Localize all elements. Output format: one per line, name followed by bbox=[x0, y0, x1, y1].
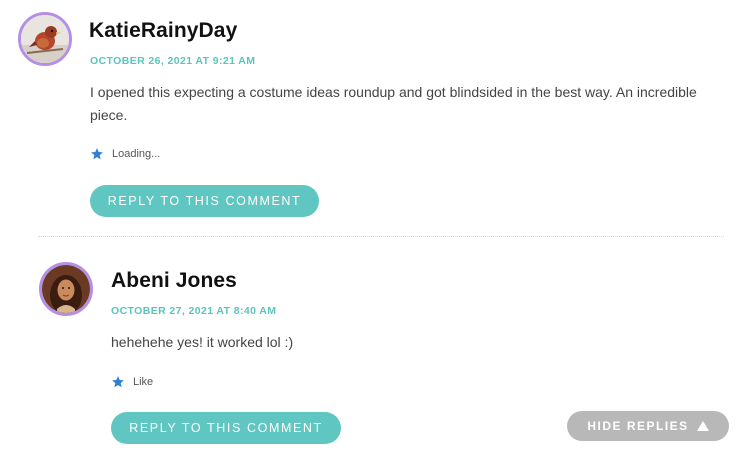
like-label: Loading... bbox=[112, 148, 161, 160]
comment-divider bbox=[38, 236, 724, 237]
commenter-avatar-katierainyday[interactable] bbox=[18, 12, 72, 66]
hide-replies-button[interactable]: HIDE REPLIES bbox=[567, 411, 729, 441]
comment-text: I opened this expecting a costume ideas … bbox=[90, 84, 697, 123]
star-icon bbox=[90, 147, 104, 161]
like-widget[interactable]: Loading... bbox=[90, 147, 160, 161]
hide-replies-label: HIDE REPLIES bbox=[587, 419, 689, 433]
triangle-up-icon bbox=[696, 421, 709, 431]
comment-text: hehehehe yes! it worked lol :) bbox=[111, 334, 294, 350]
reply-button[interactable]: REPLY TO THIS COMMENT bbox=[90, 185, 319, 217]
like-widget[interactable]: Like bbox=[111, 375, 153, 389]
reply-button[interactable]: REPLY TO THIS COMMENT bbox=[111, 412, 341, 444]
like-label: Like bbox=[133, 376, 154, 388]
comment-author[interactable]: Abeni Jones bbox=[111, 269, 237, 293]
bird-avatar-icon bbox=[21, 15, 69, 63]
person-avatar-icon bbox=[42, 265, 90, 313]
comments-section: KatieRainyDay OCTOBER 26, 2021 AT 9:21 A… bbox=[0, 0, 744, 458]
comment-date[interactable]: OCTOBER 27, 2021 AT 8:40 AM bbox=[111, 305, 276, 317]
comment-date[interactable]: OCTOBER 26, 2021 AT 9:21 AM bbox=[90, 55, 255, 67]
commenter-avatar-abeni-jones[interactable] bbox=[39, 262, 93, 316]
star-icon bbox=[111, 375, 125, 389]
comment-author[interactable]: KatieRainyDay bbox=[89, 19, 237, 43]
